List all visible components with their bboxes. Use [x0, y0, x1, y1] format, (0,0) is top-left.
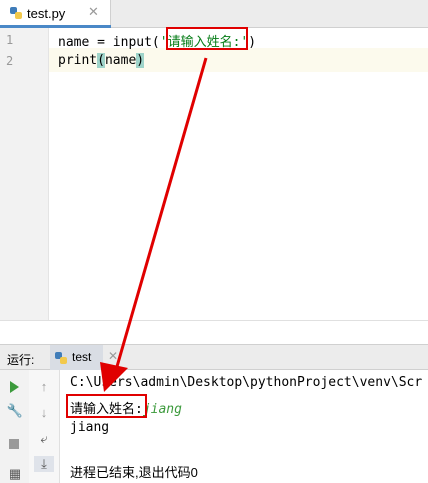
- wrench-icon[interactable]: 🔧: [6, 403, 24, 419]
- close-icon[interactable]: ✕: [88, 4, 99, 20]
- layout-icon[interactable]: ▦: [6, 466, 24, 482]
- stop-icon[interactable]: [9, 439, 19, 449]
- arrow-up-icon[interactable]: ↑: [35, 379, 53, 395]
- tab-test-py[interactable]: test.py ✕: [0, 0, 111, 28]
- console-command-line: C:\Users\admin\Desktop\pythonProject\ven…: [70, 375, 423, 390]
- line-number: 1: [6, 33, 14, 47]
- editor-empty-area: [0, 320, 428, 345]
- line-number: 2: [6, 54, 14, 68]
- code-line-2[interactable]: print(name): [58, 53, 145, 68]
- soft-wrap-icon[interactable]: ⤶: [35, 431, 53, 447]
- close-icon[interactable]: ✕: [108, 349, 118, 363]
- console-output-line: jiang: [70, 420, 110, 435]
- python-file-icon: [54, 351, 68, 365]
- run-tab-test[interactable]: test: [50, 345, 103, 370]
- python-file-icon: [9, 6, 23, 20]
- code-text: name: [104, 53, 137, 68]
- code-paren: (: [151, 35, 160, 50]
- matched-paren: (: [97, 53, 105, 68]
- line-number-gutter: 1 2: [0, 28, 49, 320]
- run-icon[interactable]: [10, 381, 19, 393]
- run-label: 运行:: [7, 353, 35, 367]
- console-user-input: jiang: [142, 402, 182, 417]
- highlight-box-console: [66, 394, 147, 418]
- code-text: print: [58, 53, 98, 68]
- highlight-box-editor: [166, 27, 248, 50]
- code-text: name = input: [58, 35, 152, 50]
- console-exit-message: 进程已结束,退出代码0: [70, 465, 198, 480]
- arrow-down-icon[interactable]: ↓: [35, 405, 53, 421]
- code-paren: ): [248, 35, 257, 50]
- scroll-to-end-icon[interactable]: ⤓: [34, 456, 54, 472]
- tab-label: test.py: [27, 6, 66, 21]
- run-toolbar: 🔧 ▦: [0, 370, 30, 483]
- editor-tab-bar: test.py ✕: [0, 0, 428, 28]
- run-tab-label: test: [72, 350, 92, 364]
- annotation-arrow: [100, 57, 208, 392]
- run-tool-window-header: 运行: test ✕: [0, 344, 428, 370]
- console-toolbar: ↑ ↓ ⤶ ⤓: [29, 370, 60, 483]
- matched-paren: ): [136, 53, 145, 68]
